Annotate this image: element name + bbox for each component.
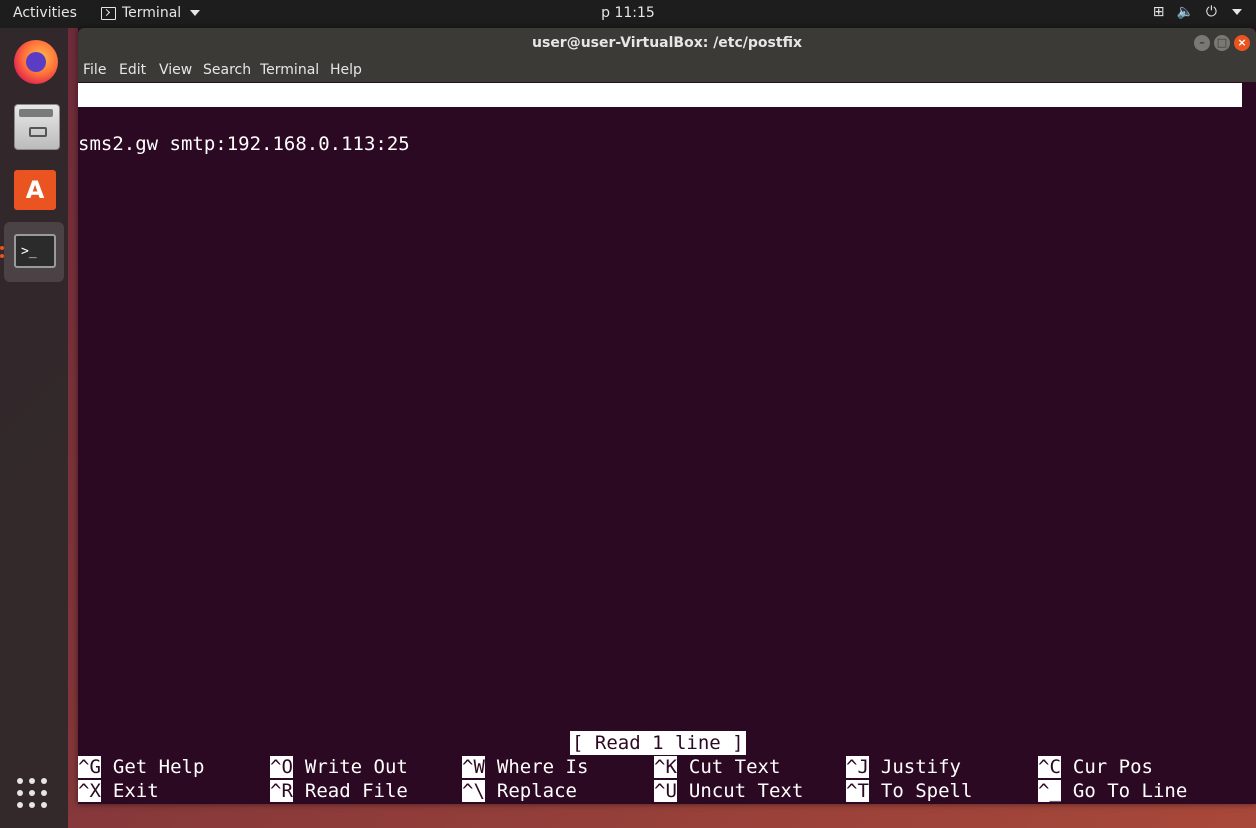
dock-item-firefox[interactable]: [4, 32, 64, 92]
shortcut-write-out: ^O Write Out: [270, 756, 408, 778]
file-content-line[interactable]: sms2.gw smtp:192.168.0.113:25: [78, 132, 410, 156]
close-icon[interactable]: ×: [1234, 35, 1250, 51]
shortcut-go-to-line: ^_ Go To Line: [1038, 780, 1188, 802]
shortcut-to-spell: ^T To Spell: [846, 780, 973, 802]
chevron-down-icon: [1232, 9, 1242, 15]
running-indicator: [0, 246, 4, 250]
shortcut-exit: ^X Exit: [78, 780, 159, 802]
window-title: user@user-VirtualBox: /etc/postfix: [532, 35, 802, 51]
shortcut-replace: ^\ Replace: [462, 780, 577, 802]
shortcut-uncut-text: ^U Uncut Text: [654, 780, 804, 802]
nano-filename: transport: [642, 132, 745, 154]
terminal-scrollbar[interactable]: [1242, 82, 1256, 804]
menu-view[interactable]: View: [159, 62, 192, 78]
shortcut-cur-pos: ^C Cur Pos: [1038, 756, 1153, 778]
clock[interactable]: p 11:15: [0, 5, 1256, 21]
menu-search[interactable]: Search: [203, 62, 251, 78]
shortcut-get-help: ^G Get Help: [78, 756, 205, 778]
menu-terminal[interactable]: Terminal: [260, 62, 319, 78]
minimize-icon[interactable]: –: [1194, 35, 1210, 51]
nano-version: GNU nano 2.9.3: [102, 108, 263, 130]
dock-item-files[interactable]: [4, 96, 64, 156]
nano-status-message: [ Read 1 line ]: [570, 731, 746, 755]
power-icon: ⏻: [1205, 4, 1217, 20]
menu-bar: File Edit View Search Terminal Help: [78, 58, 1256, 82]
terminal-icon: >_: [14, 234, 56, 268]
volume-icon: 🔈: [1176, 4, 1194, 20]
nano-header: GNU nano 2.9.3 transport: [78, 83, 1242, 154]
menu-file[interactable]: File: [83, 62, 106, 78]
dock-item-terminal[interactable]: >_: [4, 222, 64, 282]
show-applications-icon[interactable]: [17, 778, 51, 812]
files-icon: [14, 104, 60, 150]
shortcut-where-is: ^W Where Is: [462, 756, 589, 778]
maximize-icon[interactable]: □: [1214, 35, 1230, 51]
window-titlebar[interactable]: user@user-VirtualBox: /etc/postfix – □ ×: [78, 28, 1256, 58]
top-bar: Activities Terminal p 11:15 ⊞ 🔈 ⏻: [0, 0, 1256, 28]
network-icon: ⊞: [1152, 4, 1165, 20]
firefox-icon: [14, 40, 58, 84]
running-indicator: [0, 254, 4, 258]
terminal-window: user@user-VirtualBox: /etc/postfix – □ ×…: [78, 28, 1256, 804]
dock: A >_: [0, 28, 68, 828]
system-tray[interactable]: ⊞ 🔈 ⏻: [1153, 4, 1242, 20]
shortcut-read-file: ^R Read File: [270, 780, 408, 802]
shortcut-cut-text: ^K Cut Text: [654, 756, 781, 778]
dock-item-software[interactable]: A: [4, 160, 64, 220]
menu-edit[interactable]: Edit: [119, 62, 146, 78]
shortcut-justify: ^J Justify: [846, 756, 961, 778]
software-store-icon: A: [14, 170, 56, 210]
menu-help[interactable]: Help: [330, 62, 362, 78]
terminal-area[interactable]: GNU nano 2.9.3 transport sms2.gw smtp:19…: [78, 82, 1242, 804]
